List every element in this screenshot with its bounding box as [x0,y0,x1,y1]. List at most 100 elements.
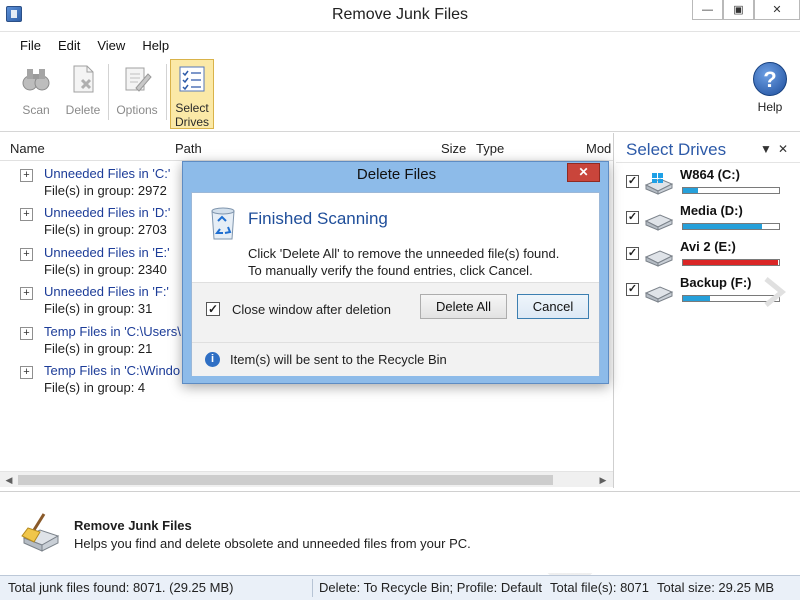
dialog-body: Finished Scanning Click 'Delete All' to … [191,192,600,376]
dialog-close-button[interactable]: ✕ [567,163,600,182]
minimize-button[interactable]: — [692,0,723,20]
broom-icon [21,513,60,552]
column-modified[interactable]: Mod [586,141,611,156]
drive-usage-bar [682,223,780,230]
drives-pane-header: Select Drives ▼ ✕ [616,133,800,163]
expand-icon[interactable]: + [20,248,33,261]
windows-drive-icon [644,173,674,195]
toolbar-separator [108,64,109,120]
expand-icon[interactable]: + [20,287,33,300]
horizontal-scrollbar[interactable]: ◀ ▶ [0,471,613,487]
column-name[interactable]: Name [10,141,45,156]
close-button[interactable]: ✕ [754,0,800,20]
drive-checkbox[interactable]: ✓ [626,211,639,224]
drive-checkbox[interactable]: ✓ [626,283,639,296]
drive-name: W864 (C:) [680,167,740,182]
help-label: Help [757,100,783,114]
select-drives-button[interactable]: Select Drives [170,59,214,129]
list-header: Name Path Size Type Mod [0,133,613,161]
status-delete-mode: Delete: To Recycle Bin; Profile: Default [319,580,543,595]
footer-title: Remove Junk Files [74,518,192,533]
drive-item[interactable]: ✓ W864 (C:) [616,167,800,203]
drive-name: Backup (F:) [680,275,752,290]
drive-name: Avi 2 (E:) [680,239,736,254]
toolbar-separator [166,64,167,120]
dialog-message-area: Finished Scanning Click 'Delete All' to … [192,193,599,282]
delete-label: Delete [65,103,101,117]
scrollbar-thumb[interactable] [18,475,553,485]
pane-close-icon[interactable]: ✕ [778,142,788,156]
expand-icon[interactable]: + [20,327,33,340]
scan-button[interactable]: Scan [14,60,58,124]
window-controls: — ▣ ✕ [692,0,800,22]
dialog-instruction-2: To manually verify the found entries, cl… [248,263,533,278]
title-bar: Remove Junk Files — ▣ ✕ [0,0,800,32]
menu-view[interactable]: View [87,38,132,53]
expand-icon[interactable]: + [20,208,33,221]
drive-checkbox[interactable]: ✓ [626,247,639,260]
group-title: Unneeded Files in 'F:' [44,284,169,299]
drive-item[interactable]: ✓ Avi 2 (E:) [616,239,800,275]
status-total-junk: Total junk files found: 8071. (29.25 MB) [8,580,234,595]
expand-icon[interactable]: + [20,169,33,182]
menu-file[interactable]: File [10,38,48,53]
status-separator [312,579,313,597]
group-title: Unneeded Files in 'D:' [44,205,171,220]
cancel-button[interactable]: Cancel [517,294,589,319]
delete-files-dialog: Delete Files ✕ Finished Scanning Click '… [182,161,609,384]
drives-pane-title: Select Drives [626,140,727,159]
minimize-icon: — [702,3,713,16]
pane-menu-icon[interactable]: ▼ [760,142,772,156]
group-title: Unneeded Files in 'E:' [44,245,170,260]
options-button[interactable]: Options [112,60,162,124]
dialog-info-text: Item(s) will be sent to the Recycle Bin [230,352,447,367]
group-title: Temp Files in 'C:\Windo [44,363,181,378]
drive-checkbox[interactable]: ✓ [626,175,639,188]
close-after-deletion-checkbox[interactable]: ✓ [206,302,220,316]
select-drives-label-line1: Select [175,101,209,115]
checklist-icon [179,66,205,92]
status-bar: Total junk files found: 8071. (29.25 MB)… [0,575,800,600]
select-drives-label-line2: Drives [174,115,209,129]
dialog-actions: ✓ Close window after deletion Delete All… [192,282,599,342]
help-button[interactable]: ? Help [748,60,792,124]
column-size[interactable]: Size [441,141,466,156]
hard-drive-icon [644,286,674,303]
window-title: Remove Junk Files [331,6,469,23]
close-icon: ✕ [578,165,589,179]
recycle-bin-icon [211,207,235,240]
delete-button[interactable]: Delete [62,60,104,124]
scroll-right-icon[interactable]: ▶ [597,474,609,486]
group-count: File(s) in group: 4 [44,380,146,395]
drive-item[interactable]: ✓ Media (D:) [616,203,800,239]
group-count: File(s) in group: 2972 [44,183,167,198]
drive-name: Media (D:) [680,203,743,218]
dialog-title: Delete Files [356,166,437,183]
scan-label: Scan [22,103,50,117]
menu-edit[interactable]: Edit [48,38,87,53]
footer-description: Helps you find and delete obsolete and u… [74,536,471,551]
close-icon: ✕ [772,4,782,16]
group-title: Temp Files in 'C:\Users\ [44,324,181,339]
group-count: File(s) in group: 31 [44,301,153,316]
maximize-icon: ▣ [733,4,744,16]
delete-all-button[interactable]: Delete All [420,294,507,319]
drive-usage-bar [682,187,780,194]
status-total-files: Total file(s): 8071 [550,580,649,595]
menu-help[interactable]: Help [132,38,176,53]
status-total-size: Total size: 29.25 MB [657,580,775,595]
help-icon: ? [753,62,787,96]
column-path[interactable]: Path [175,141,202,156]
hard-drive-icon [644,250,674,267]
group-count: File(s) in group: 21 [44,341,153,356]
hard-drive-icon [644,214,674,231]
maximize-button[interactable]: ▣ [723,0,754,20]
group-count: File(s) in group: 2703 [44,222,167,237]
close-after-deletion-label[interactable]: Close window after deletion [232,302,391,317]
info-icon: i [205,352,220,367]
column-type[interactable]: Type [476,141,504,156]
expand-icon[interactable]: + [20,366,33,379]
chevron-right-icon [764,277,786,307]
dialog-instruction-1: Click 'Delete All' to remove the unneede… [248,246,560,261]
scroll-left-icon[interactable]: ◀ [3,474,15,486]
